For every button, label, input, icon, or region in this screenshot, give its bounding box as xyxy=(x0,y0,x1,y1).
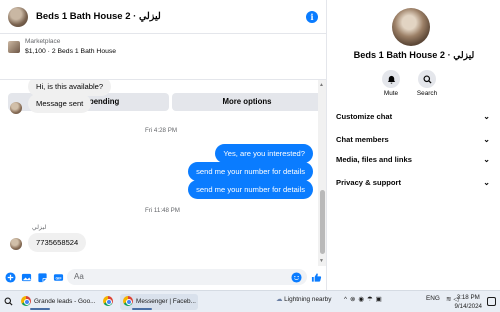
conversation-details-panel: Beds 1 Bath House 2 · ليزلي Mute Search … xyxy=(328,0,500,290)
bell-icon xyxy=(382,70,400,88)
image-icon[interactable] xyxy=(21,272,32,283)
chrome-icon xyxy=(123,296,133,307)
messenger-window: Beds 1 Bath House 2 · ليزلي i Marketplac… xyxy=(0,0,500,312)
profile-name[interactable]: Beds 1 Bath House 2 · ليزلي xyxy=(328,50,500,61)
tray-app-icon[interactable]: ◉ xyxy=(358,296,367,303)
search-label: Search xyxy=(416,90,438,97)
taskbar: Grande leads - Goo... Messenger | Faceb.… xyxy=(0,290,500,312)
taskbar-app-label: Grande leads - Goo... xyxy=(34,298,96,305)
taskbar-app-chrome[interactable] xyxy=(100,294,116,310)
language-indicator[interactable]: ENG xyxy=(426,295,440,302)
marketplace-listing: Marketplace $1,100 · 2 Beds 1 Bath House… xyxy=(0,34,326,111)
notification-icon[interactable] xyxy=(487,297,496,306)
chat-header[interactable]: Beds 1 Bath House 2 · ليزلي i xyxy=(0,0,326,34)
thumbs-up-icon[interactable] xyxy=(311,272,322,283)
section-label: Privacy & support xyxy=(336,178,401,187)
tray-app-icon[interactable]: ▣ xyxy=(376,296,385,303)
gif-icon[interactable]: GIF xyxy=(53,272,64,283)
outgoing-message[interactable]: send me your number for details xyxy=(188,162,313,181)
clock-time: 3:18 PM xyxy=(456,294,480,301)
avatar[interactable] xyxy=(10,102,22,114)
clock[interactable]: 3:18 PM 9/14/2024 xyxy=(454,293,482,311)
section-privacy-support[interactable]: Privacy & support ⌄ xyxy=(336,174,494,192)
timestamp: Fri 4:28 PM xyxy=(145,127,177,134)
listing-thumbnail[interactable] xyxy=(8,41,20,53)
chrome-icon xyxy=(21,296,31,307)
mute-button[interactable]: Mute xyxy=(371,70,411,97)
search-icon xyxy=(418,70,436,88)
incoming-message[interactable]: Message sent xyxy=(28,94,92,113)
taskbar-app-label: Messenger | Faceb... xyxy=(136,298,196,305)
plus-icon[interactable] xyxy=(5,272,16,283)
weather-widget[interactable]: ☁ Lightning nearby xyxy=(276,295,331,303)
chat-panel: Beds 1 Bath House 2 · ليزلي i Marketplac… xyxy=(0,0,327,290)
section-label: Customize chat xyxy=(336,112,393,121)
taskbar-app-messenger[interactable]: Messenger | Faceb... xyxy=(120,294,198,310)
section-chat-members[interactable]: Chat members ⌄ xyxy=(336,131,494,149)
chevron-down-icon: ⌄ xyxy=(483,155,490,164)
outgoing-message[interactable]: send me your number for details xyxy=(188,180,313,199)
search-button[interactable]: Search xyxy=(407,70,447,97)
outgoing-message[interactable]: Yes, are you interested? xyxy=(215,144,313,163)
running-indicator xyxy=(30,308,50,310)
emoji-icon[interactable] xyxy=(291,272,302,283)
lightning-icon: ☁ xyxy=(276,296,283,303)
profile-avatar[interactable] xyxy=(392,8,430,46)
sender-name: ليزلي xyxy=(32,224,47,231)
tray-app-icon[interactable]: ☂ xyxy=(367,296,376,303)
mute-label: Mute xyxy=(383,90,399,97)
svg-text:GIF: GIF xyxy=(55,276,62,280)
scroll-down-icon[interactable]: ▼ xyxy=(319,258,324,264)
chevron-down-icon: ⌄ xyxy=(483,135,490,144)
message-list: Hi, is this available? Message sent Fri … xyxy=(0,80,318,266)
chevron-down-icon: ⌄ xyxy=(483,112,490,121)
taskbar-search-icon[interactable] xyxy=(4,297,13,306)
chat-title[interactable]: Beds 1 Bath House 2 · ليزلي xyxy=(36,11,161,22)
section-label: Media, files and links xyxy=(336,155,412,164)
message-input[interactable]: Aa xyxy=(67,269,307,285)
avatar[interactable] xyxy=(8,6,28,27)
sticker-icon[interactable] xyxy=(37,272,48,283)
section-customize-chat[interactable]: Customize chat ⌄ xyxy=(336,108,494,126)
info-icon[interactable]: i xyxy=(306,11,318,23)
chevron-down-icon: ⌄ xyxy=(483,178,490,187)
taskbar-app-grande-leads[interactable]: Grande leads - Goo... xyxy=(18,294,96,310)
chrome-icon xyxy=(103,296,113,307)
section-label: Chat members xyxy=(336,135,389,144)
listing-kicker: Marketplace xyxy=(25,38,61,45)
clock-date: 9/14/2024 xyxy=(454,303,482,310)
scroll-up-icon[interactable]: ▲ xyxy=(319,82,324,88)
incoming-message[interactable]: 7735658524 xyxy=(28,233,87,252)
timestamp: Fri 11:48 PM xyxy=(145,207,180,214)
weather-label: Lightning nearby xyxy=(284,296,332,303)
system-tray-icons[interactable]: ^⊗◉☂▣ xyxy=(344,295,385,303)
listing-description[interactable]: $1,100 · 2 Beds 1 Bath House xyxy=(25,48,116,55)
avatar[interactable] xyxy=(10,238,22,250)
section-media-files-links[interactable]: Media, files and links ⌄ xyxy=(336,151,494,169)
scrollbar-thumb[interactable] xyxy=(320,190,325,254)
running-indicator xyxy=(132,308,152,310)
